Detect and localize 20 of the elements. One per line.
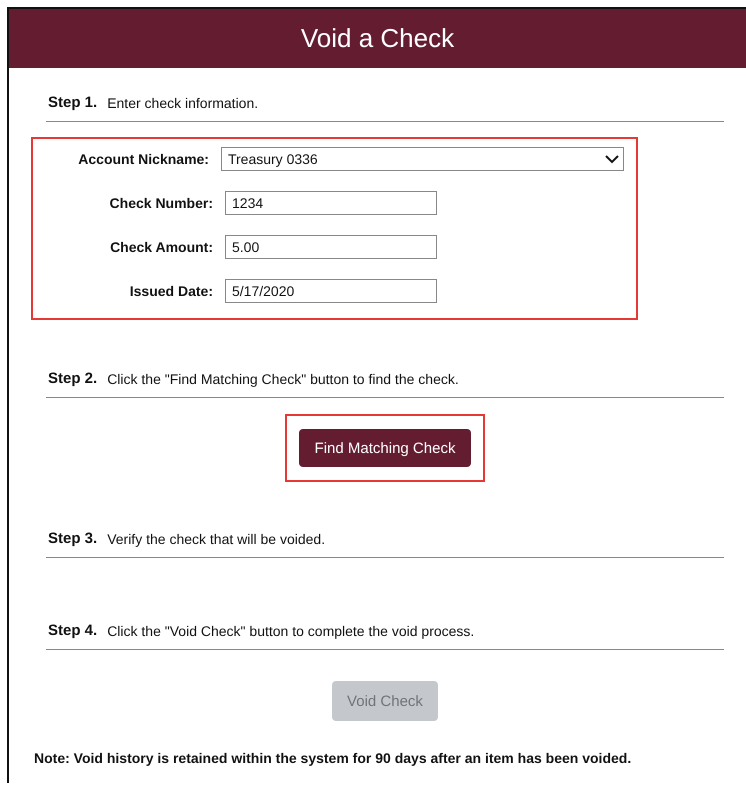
step-label: Step 1. — [48, 94, 98, 111]
step-instruction: Click the "Find Matching Check" button to find the check. — [107, 370, 459, 386]
field-label: Issued Date: — [128, 283, 213, 299]
field-label: Check Number: — [108, 195, 213, 211]
step-label: Step 4. — [48, 622, 98, 639]
account-select[interactable]: Treasury 0336 — [220, 147, 624, 171]
step-instruction: Verify the check that will be voided. — [107, 530, 326, 546]
note-text: Note: Void history is retained within the system for 90 days after an item has been voided. — [34, 750, 632, 766]
step-label: Step 2. — [48, 370, 98, 387]
field-label: Check Amount: — [109, 239, 213, 255]
field-label: Account Nickname: — [77, 151, 209, 167]
step-label: Step 3. — [48, 530, 98, 547]
step-instruction: Enter check information. — [107, 94, 258, 110]
chevron-down-icon — [605, 154, 619, 164]
step-instruction: Click the "Void Check" button to complete the void process. — [107, 622, 474, 638]
input-field[interactable]: 5/17/2020 — [225, 279, 437, 303]
find-button[interactable]: Find Matching Check — [298, 429, 472, 467]
page-title: Void a Check — [9, 9, 746, 68]
input-field[interactable]: 1234 — [225, 191, 437, 215]
input-field[interactable]: 5.00 — [225, 235, 437, 259]
